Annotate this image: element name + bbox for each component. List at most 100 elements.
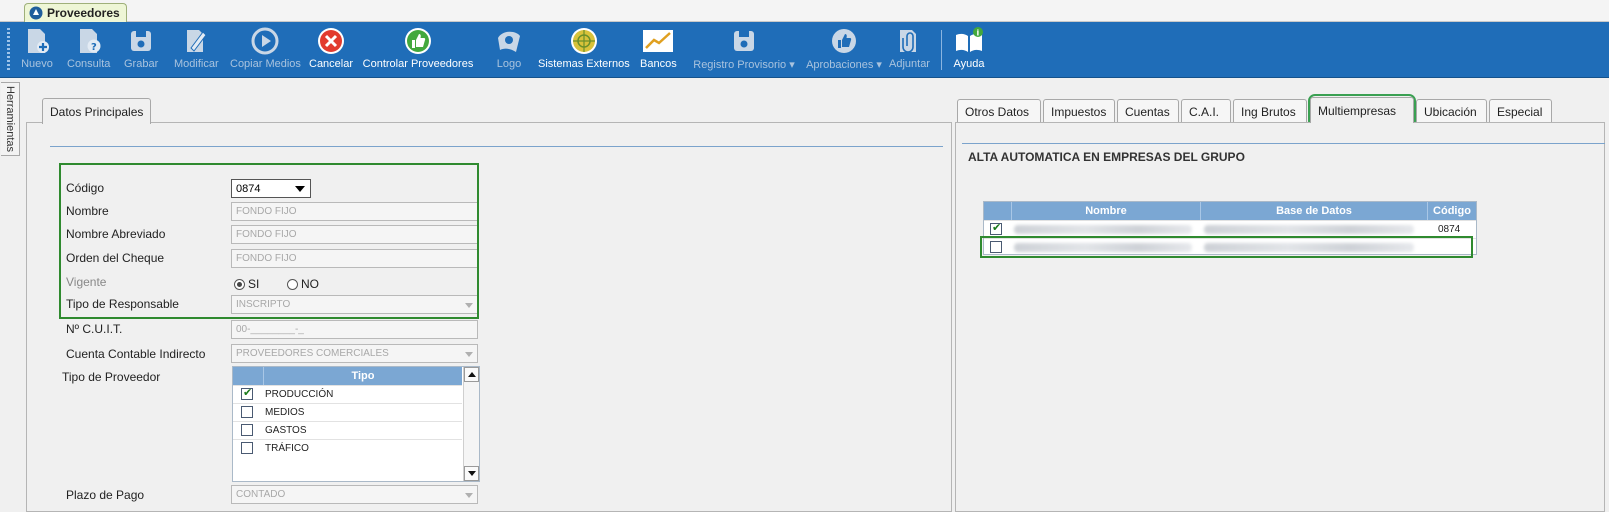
vigente-si-radio[interactable]: SI	[234, 277, 259, 291]
play-icon	[251, 27, 279, 55]
tab-impuestos[interactable]: Impuestos	[1043, 99, 1115, 123]
tab-label: Cuentas	[1125, 104, 1170, 119]
tab-datos-principales[interactable]: Datos Principales	[42, 98, 152, 124]
aprobaciones-button[interactable]: Aprobaciones ▾	[806, 25, 882, 75]
right-panel	[955, 122, 1605, 512]
tab-ubicacion[interactable]: Ubicación	[1416, 99, 1487, 123]
cuenta-contable-value: PROVEEDORES COMERCIALES	[236, 348, 389, 359]
scroll-down-button[interactable]	[464, 466, 479, 481]
copiar-medios-label: Copiar Medios	[230, 58, 301, 70]
sistemas-externos-button[interactable]: Sistemas Externos	[538, 25, 630, 75]
radio-unselected-icon	[287, 278, 298, 290]
consulta-button[interactable]: ? Consulta	[67, 25, 110, 75]
chevron-down-icon	[295, 186, 305, 192]
modificar-label: Modificar	[174, 58, 219, 70]
orden-cheque-label: Orden del Cheque	[66, 251, 165, 265]
bancos-label: Bancos	[640, 58, 677, 70]
codigo-select[interactable]: 0874	[231, 179, 311, 198]
row-label: PRODUCCIÓN	[265, 389, 334, 400]
chart-icon	[643, 30, 674, 52]
window-tab-proveedores[interactable]: Proveedores	[24, 3, 127, 22]
plazo-pago-select[interactable]: CONTADO	[231, 485, 478, 504]
tab-label: Otros Datos	[965, 104, 1030, 119]
ayuda-button[interactable]: i Ayuda	[952, 25, 986, 75]
tipo-proveedor-label: Tipo de Proveedor	[62, 370, 161, 384]
chevron-down-icon	[465, 303, 473, 308]
tipo-column-header: Tipo	[263, 367, 462, 385]
window-tab-label: Proveedores	[47, 6, 120, 20]
adjuntar-label: Adjuntar	[889, 58, 930, 70]
table-row[interactable]: GASTOS	[233, 421, 462, 439]
tipo-responsable-select[interactable]: INSCRIPTO	[231, 295, 478, 314]
base-datos-cell-redacted	[1204, 243, 1414, 252]
thumbs-up-icon	[832, 29, 856, 53]
save-icon	[131, 31, 152, 51]
tipo-grid-scrollbar[interactable]	[463, 367, 479, 481]
nombre-abreviado-field[interactable]: FONDO FIJO	[231, 225, 478, 244]
cancelar-button[interactable]: Cancelar	[309, 25, 353, 75]
tab-cuentas[interactable]: Cuentas	[1117, 99, 1179, 123]
toolbar-separator	[941, 30, 942, 70]
row-label: TRÁFICO	[265, 443, 309, 454]
tab-label: Ubicación	[1424, 104, 1477, 119]
adjuntar-button[interactable]: Adjuntar	[889, 25, 930, 75]
produccion-checkbox[interactable]	[241, 386, 253, 400]
medios-checkbox[interactable]	[241, 406, 253, 418]
trafico-checkbox[interactable]	[241, 442, 253, 454]
bancos-button[interactable]: Bancos	[640, 25, 677, 75]
table-row[interactable]: TRÁFICO	[233, 439, 462, 457]
copiar-medios-button[interactable]: Copiar Medios	[230, 25, 301, 75]
tab-otros-datos[interactable]: Otros Datos	[957, 99, 1041, 123]
cuenta-contable-select[interactable]: PROVEEDORES COMERCIALES	[231, 344, 478, 363]
logo-button[interactable]: Logo	[492, 25, 526, 75]
toolbar-grip[interactable]	[7, 28, 10, 72]
edit-icon	[187, 30, 207, 52]
multiempresas-grid-header: Nombre Base de Datos Código	[984, 202, 1476, 220]
empresa-checkbox[interactable]	[990, 241, 1002, 253]
table-row[interactable]	[984, 238, 1476, 256]
registro-provisorio-button[interactable]: Registro Provisorio ▾	[692, 25, 796, 75]
grabar-label: Grabar	[124, 58, 159, 70]
empresa-checkbox[interactable]	[990, 221, 1002, 235]
cuenta-contable-label: Cuenta Contable Indirecto	[66, 347, 206, 361]
nombre-abreviado-label: Nombre Abreviado	[66, 227, 166, 241]
ayuda-label: Ayuda	[953, 58, 985, 70]
svg-text:?: ?	[91, 42, 97, 53]
tab-label: Especial	[1497, 104, 1543, 119]
cuit-field[interactable]: 00-________-_	[231, 320, 478, 339]
chevron-down-icon	[465, 493, 473, 498]
vigente-label: Vigente	[66, 275, 107, 289]
tab-multiempresas[interactable]: Multiempresas	[1310, 97, 1414, 123]
multiempresas-grid: Nombre Base de Datos Código 0874	[983, 201, 1477, 255]
codigo-label: Código	[66, 181, 105, 195]
save-icon	[734, 31, 754, 51]
table-row[interactable]: MEDIOS	[233, 403, 462, 421]
app-logo-icon	[29, 6, 43, 20]
left-panel-divider	[50, 146, 943, 147]
nombre-cell-redacted	[1014, 225, 1192, 234]
cuit-label: Nº C.U.I.T.	[66, 322, 123, 336]
grabar-button[interactable]: Grabar	[124, 25, 158, 75]
tab-label: Impuestos	[1051, 104, 1107, 119]
tab-especial[interactable]: Especial	[1489, 99, 1552, 123]
row-label: GASTOS	[265, 425, 307, 436]
table-row[interactable]: 0874	[984, 220, 1476, 238]
nombre-field[interactable]: FONDO FIJO	[231, 202, 478, 221]
tab-datos-principales-label: Datos Principales	[50, 104, 144, 119]
logo-label: Logo	[496, 58, 522, 70]
herramientas-side-tab[interactable]: Herramientas	[1, 82, 20, 156]
gastos-checkbox[interactable]	[241, 424, 253, 436]
nuevo-button[interactable]: Nuevo	[20, 25, 54, 75]
tab-ing-brutos[interactable]: Ing Brutos	[1233, 99, 1307, 123]
orden-cheque-field[interactable]: FONDO FIJO	[231, 249, 478, 268]
table-row[interactable]: PRODUCCIÓN	[233, 385, 462, 403]
scroll-up-button[interactable]	[464, 367, 479, 382]
controlar-proveedores-button[interactable]: Controlar Proveedores	[362, 25, 474, 75]
consulta-label: Consulta	[67, 58, 111, 70]
modificar-button[interactable]: Modificar	[174, 25, 219, 75]
aprobaciones-label: Aprobaciones ▾	[806, 59, 882, 71]
tab-cai[interactable]: C.A.I.	[1181, 99, 1231, 123]
multiempresas-title: ALTA AUTOMATICA EN EMPRESAS DEL GRUPO	[968, 150, 1245, 164]
nuevo-label: Nuevo	[21, 58, 53, 70]
vigente-no-radio[interactable]: NO	[287, 277, 319, 291]
